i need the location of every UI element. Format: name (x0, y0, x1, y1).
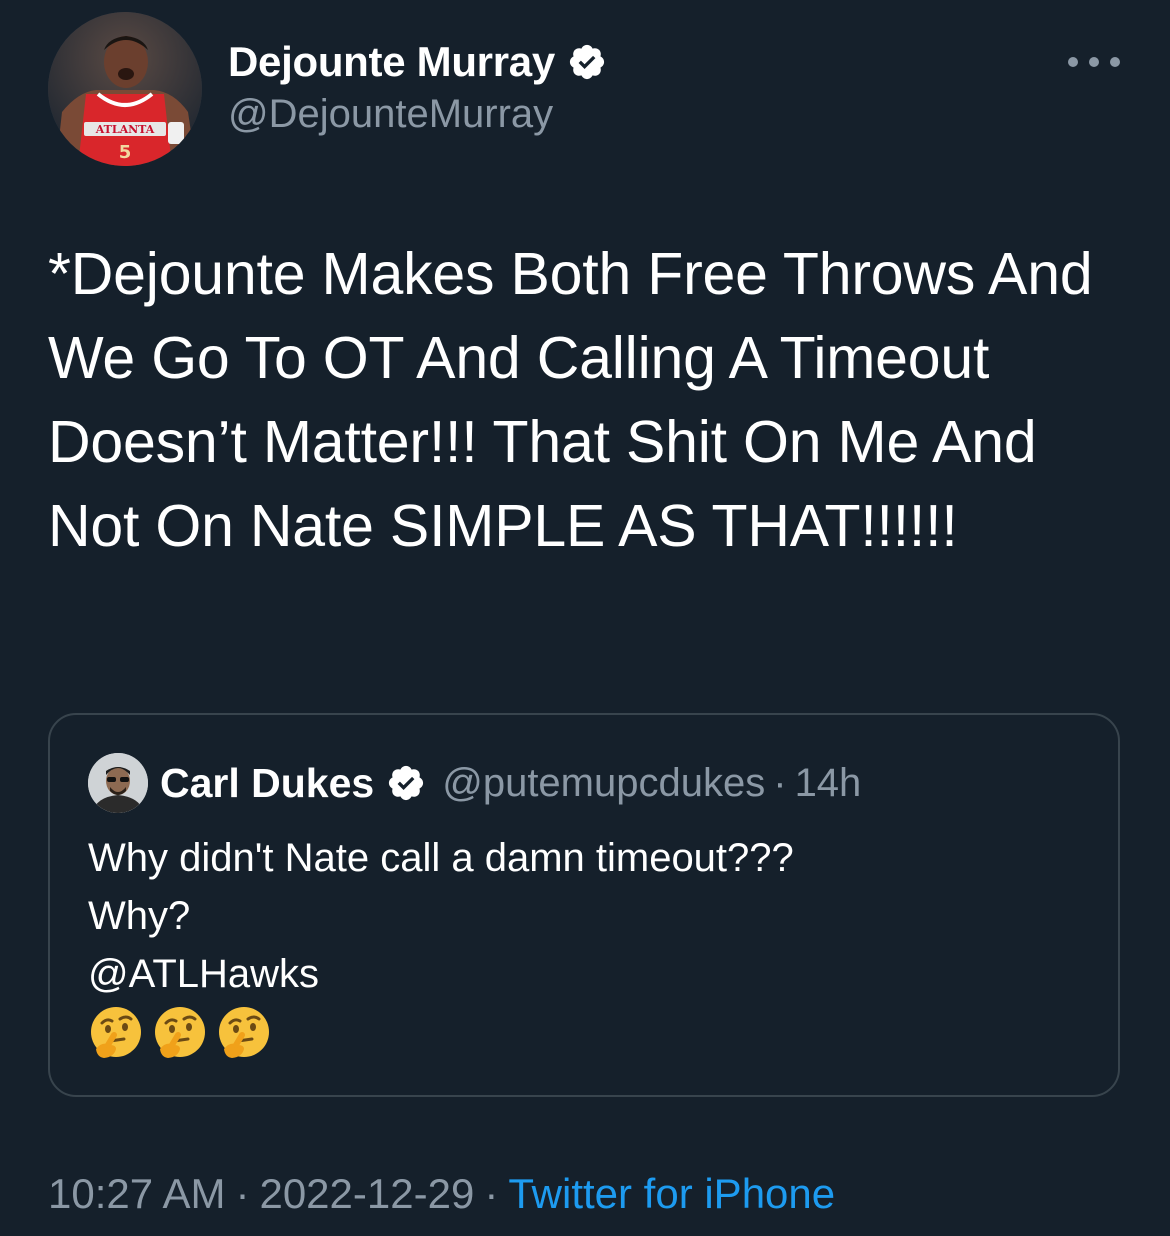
meta-separator: · (484, 1170, 499, 1217)
meta-separator: · (235, 1170, 250, 1217)
quoted-header: Carl Dukes @putemupcdukes · 14h (160, 755, 861, 811)
thinking-face-emoji-icon (219, 1007, 269, 1058)
svg-text:5: 5 (119, 142, 132, 163)
quoted-tweet[interactable]: Carl Dukes @putemupcdukes · 14h Why didn… (48, 713, 1120, 1097)
verified-badge-icon (567, 42, 607, 82)
more-options-icon[interactable] (1068, 52, 1120, 72)
author-avatar[interactable]: ATLANTA 5 (48, 12, 202, 166)
tweet-text: *Dejounte Makes Both Free Throws And We … (48, 241, 1109, 559)
more-dot (1089, 57, 1099, 67)
quoted-handle[interactable]: @putemupcdukes (442, 761, 765, 806)
tweet: ATLANTA 5 Dejounte Murray @DejounteMurra… (0, 0, 1170, 1236)
more-dot (1110, 57, 1120, 67)
author-name-row: Dejounte Murray (228, 36, 607, 88)
tweet-date[interactable]: 2022-12-29 (259, 1170, 474, 1217)
author-handle[interactable]: @DejounteMurray (228, 92, 553, 137)
more-dot (1068, 57, 1078, 67)
tweet-source-link[interactable]: Twitter for iPhone (508, 1170, 835, 1217)
quoted-author-avatar-image (88, 753, 148, 813)
tweet-meta: 10:27 AM · 2022-12-29 · Twitter for iPhone (48, 1170, 835, 1218)
quoted-text-line: @ATLHawks (88, 952, 320, 996)
author-display-name[interactable]: Dejounte Murray (228, 38, 555, 86)
quoted-text: Why didn't Nate call a damn timeout??? W… (88, 829, 1088, 1003)
quoted-author-avatar[interactable] (88, 753, 148, 813)
emoji-row (88, 1005, 280, 1061)
svg-text:ATLANTA: ATLANTA (95, 123, 155, 136)
quoted-separator: · (773, 760, 787, 805)
quoted-timestamp[interactable]: 14h (795, 761, 862, 806)
thinking-face-emoji-icon (155, 1007, 205, 1058)
quoted-text-line: Why didn't Nate call a damn timeout??? (88, 836, 794, 880)
quoted-display-name[interactable]: Carl Dukes (160, 760, 374, 807)
thinking-face-emoji-icon (91, 1007, 141, 1058)
quoted-text-line: Why? (88, 894, 191, 938)
author-avatar-image: ATLANTA 5 (48, 12, 202, 166)
tweet-time[interactable]: 10:27 AM (48, 1170, 225, 1217)
verified-badge-icon (386, 763, 426, 803)
